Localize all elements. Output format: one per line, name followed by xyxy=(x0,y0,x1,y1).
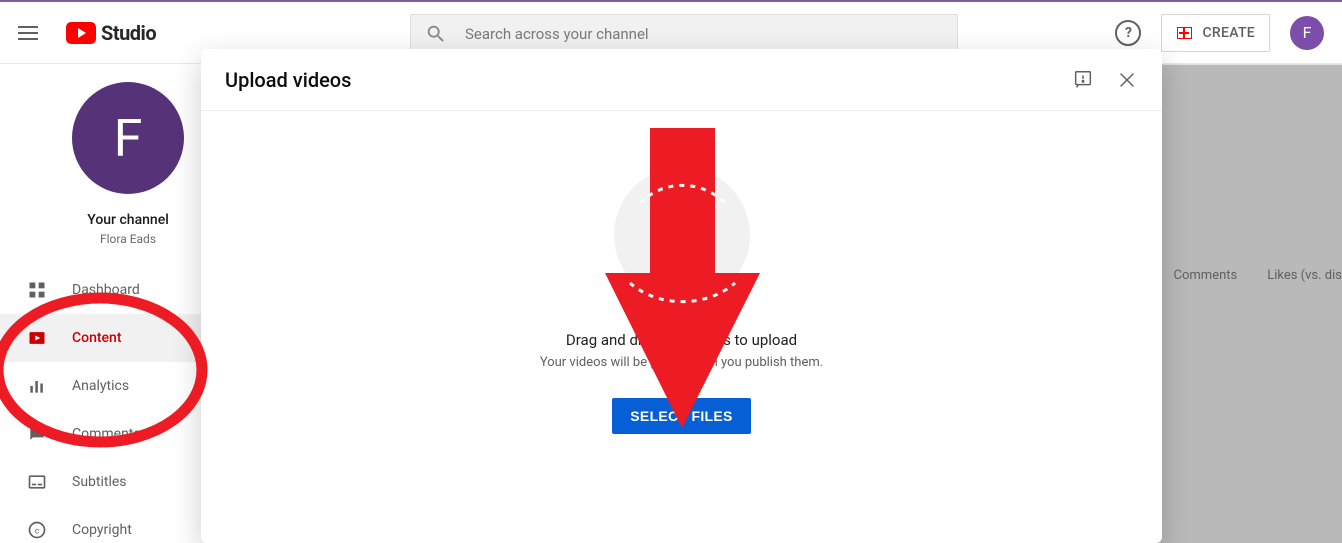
header-right: ? CREATE F xyxy=(1115,14,1324,52)
create-label: CREATE xyxy=(1202,25,1255,41)
sidebar-item-label: Copyright xyxy=(72,522,132,538)
col-likes: Likes (vs. dis xyxy=(1267,268,1342,283)
copyright-icon: c xyxy=(26,519,48,541)
svg-text:c: c xyxy=(35,526,40,536)
channel-avatar[interactable]: F xyxy=(72,82,184,194)
col-comments: Comments xyxy=(1174,268,1238,283)
create-plus-icon xyxy=(1176,26,1192,40)
dashboard-icon xyxy=(26,279,48,301)
content-icon xyxy=(26,327,48,349)
select-files-button[interactable]: SELECT FILES xyxy=(612,398,750,434)
upload-arrow-icon xyxy=(659,210,705,260)
analytics-icon xyxy=(26,375,48,397)
sidebar-item-label: Comments xyxy=(72,426,141,442)
studio-logo[interactable]: Studio xyxy=(66,21,156,45)
create-button[interactable]: CREATE xyxy=(1161,14,1270,52)
drop-heading: Drag and drop video files to upload xyxy=(566,331,797,349)
sidebar-item-label: Analytics xyxy=(72,378,129,394)
sidebar-item-label: Dashboard xyxy=(72,282,140,298)
search-input[interactable]: Search across your channel xyxy=(410,14,958,54)
modal-title: Upload videos xyxy=(225,68,351,92)
search-placeholder-text: Search across your channel xyxy=(465,25,649,43)
table-column-headers: Comments Likes (vs. dis xyxy=(1174,255,1342,295)
channel-name: Flora Eads xyxy=(100,232,156,246)
sidebar-item-label: Subtitles xyxy=(72,474,127,490)
feedback-icon[interactable] xyxy=(1072,69,1094,91)
subtitles-icon xyxy=(26,471,48,493)
modal-header: Upload videos xyxy=(201,49,1162,111)
help-icon[interactable]: ? xyxy=(1115,20,1141,46)
comments-icon xyxy=(26,423,48,445)
channel-title: Your channel xyxy=(87,212,169,228)
upload-modal: Upload videos Drag and drop video files … xyxy=(201,49,1162,543)
hamburger-menu-icon[interactable] xyxy=(18,21,42,45)
account-avatar[interactable]: F xyxy=(1290,16,1324,50)
sidebar-item-label: Content xyxy=(72,330,122,346)
drop-subtext: Your videos will be private until you pu… xyxy=(540,355,823,370)
close-icon[interactable] xyxy=(1116,69,1138,91)
youtube-play-icon xyxy=(66,22,96,44)
search-icon xyxy=(425,23,447,45)
modal-body: Drag and drop video files to upload Your… xyxy=(201,111,1162,543)
upload-drop-circle[interactable] xyxy=(614,167,750,303)
logo-label: Studio xyxy=(101,21,156,45)
